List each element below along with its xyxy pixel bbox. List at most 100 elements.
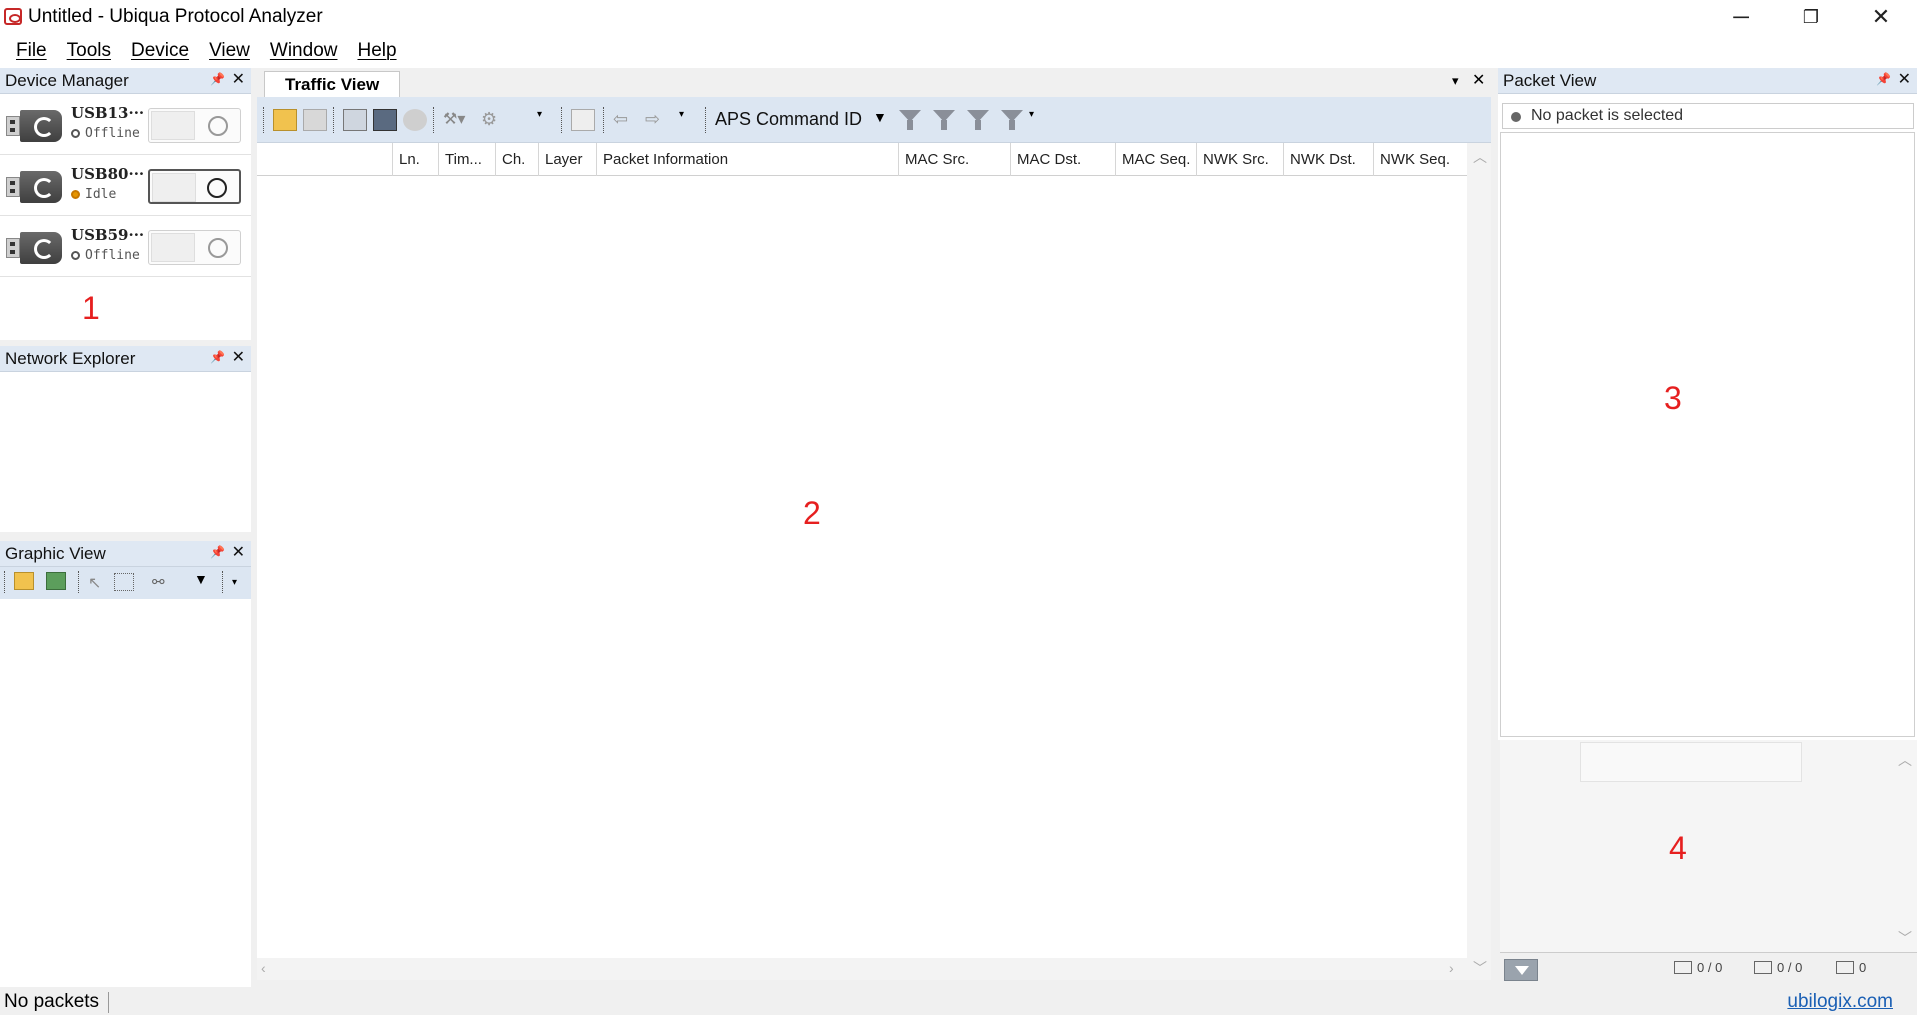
device-row[interactable]: USB59··· Offline [0,216,251,277]
database-icon[interactable] [403,109,427,131]
device-name: USB13··· [71,104,145,122]
column-header[interactable]: NWK Seq. [1373,143,1467,176]
horizontal-scrollbar[interactable]: ‹ › [257,958,1467,980]
scroll-up-icon[interactable]: ︿ [1898,750,1912,770]
network-explorer-title: Network Explorer [5,349,136,368]
device-config-icon[interactable] [373,109,397,131]
pin-icon[interactable]: 📌 [210,545,225,559]
device-row[interactable]: USB13··· Offline [0,94,251,155]
column-header[interactable]: MAC Dst. [1010,143,1115,176]
packet-view-panel: Packet View 📌 ✕ [1498,68,1917,740]
column-header[interactable]: NWK Src. [1196,143,1283,176]
pin-icon[interactable]: 📌 [1876,72,1891,86]
gear-icon[interactable]: ⚙ [481,109,505,131]
device-status: Idle [71,187,116,202]
bullet-icon [1511,112,1521,122]
menu-device[interactable]: Device [121,40,199,62]
copy-icon[interactable] [571,109,595,131]
open-file-icon[interactable] [273,109,297,131]
overflow-icon[interactable]: ▾ [679,109,695,131]
status-dot-icon [71,129,80,138]
pin-icon[interactable]: 📌 [210,72,225,86]
restore-button[interactable]: ❐ [1776,0,1846,34]
device-manager-title: Device Manager [5,71,129,90]
usb-device-icon [6,169,64,203]
overflow-icon[interactable]: ▾ [232,577,244,591]
menu-view[interactable]: View [199,40,260,62]
close-icon[interactable]: ✕ [232,347,245,367]
close-icon[interactable]: ✕ [232,542,245,562]
traffic-list[interactable] [257,176,1467,958]
filter-remove-icon[interactable] [1001,108,1023,132]
packet-message: No packet is selected [1531,107,1684,124]
column-header[interactable]: Packet Information [596,143,898,176]
column-header[interactable]: MAC Src. [898,143,1010,176]
annotation-number: 2 [803,495,821,531]
scroll-down-icon[interactable]: ﹀ [1898,928,1912,948]
network-explorer-header: Network Explorer 📌 ✕ [0,346,251,372]
export-icon[interactable]: ⇨ [645,109,669,131]
capture-icon[interactable] [343,109,367,131]
column-header[interactable]: Tim... [438,143,495,176]
filter-edit-icon[interactable] [967,108,989,132]
column-header[interactable]: Ch. [495,143,538,176]
scroll-down-icon[interactable]: ﹀ [1473,958,1487,978]
filter-add-icon[interactable] [933,108,955,132]
close-icon[interactable]: ✕ [1472,70,1485,90]
vertical-scrollbar[interactable]: ︿ ﹀ [1467,143,1491,980]
chevron-down-icon[interactable]: ▼ [194,571,208,589]
packet-tree[interactable] [1500,132,1915,737]
save-file-icon[interactable] [303,109,327,131]
chevron-down-icon[interactable]: ▼ [873,109,887,125]
menu-tools[interactable]: Tools [57,40,121,62]
filter-icon[interactable] [899,108,921,132]
topology-icon[interactable]: ⚯ [152,573,178,591]
status-divider [108,992,109,1013]
menu-file[interactable]: File [6,40,57,62]
status-dot-icon [71,190,80,199]
import-icon[interactable]: ⇦ [613,109,637,131]
scroll-left-icon[interactable]: ‹ [261,960,266,976]
device-toggle[interactable] [148,108,241,143]
close-icon[interactable]: ✕ [232,69,245,89]
open-folder-icon[interactable] [14,572,34,590]
title-bar: Untitled - Ubiqua Protocol Analyzer ─ ❐ … [0,0,1917,34]
window-title: Untitled - Ubiqua Protocol Analyzer [28,6,323,27]
menu-window[interactable]: Window [260,40,348,62]
menu-bar: File Tools Device View Window Help [0,34,1917,68]
close-icon[interactable]: ✕ [1898,69,1911,89]
column-header[interactable]: NWK Dst. [1283,143,1373,176]
column-header[interactable]: MAC Seq. [1115,143,1196,176]
packet-view-header: Packet View 📌 ✕ [1498,68,1917,94]
save-image-icon[interactable] [46,572,66,590]
tab-dropdown-icon[interactable]: ▾ [1452,73,1459,89]
frame-count: 0 / 0 [1697,960,1723,975]
overflow-icon[interactable]: ▾ [537,109,553,131]
frame-counter: 0 / 0 [1674,960,1722,975]
pointer-icon[interactable]: ↖ [88,573,102,592]
website-link[interactable]: ubilogix.com [1787,991,1893,1013]
close-button[interactable]: ✕ [1846,0,1916,34]
column-header[interactable]: Ln. [392,143,438,176]
minimize-button[interactable]: ─ [1706,0,1776,34]
pin-icon[interactable]: 📌 [210,350,225,364]
device-toggle[interactable] [148,230,241,265]
wrench-icon[interactable]: ⚒▾ [443,109,467,131]
scroll-right-icon[interactable]: › [1449,960,1454,976]
column-header[interactable]: Layer [538,143,596,176]
hex-view[interactable]: ︿ ﹀ [1500,740,1917,952]
scroll-up-icon[interactable]: ︿ [1473,147,1487,167]
traffic-column-header: Ln. Tim... Ch. Layer Packet Information … [257,143,1467,176]
tab-traffic-view[interactable]: Traffic View [264,71,400,98]
box-icon [1754,961,1772,974]
expand-down-icon[interactable] [1504,959,1538,981]
device-toggle[interactable] [148,169,241,204]
overflow-icon[interactable]: ▾ [1029,109,1045,131]
device-name: USB59··· [71,226,145,244]
filter-field-select[interactable]: APS Command ID [715,109,862,130]
hex-footer: 0 / 0 0 / 0 0 [1500,952,1917,982]
network-explorer-panel: Network Explorer 📌 ✕ [0,346,251,532]
menu-help[interactable]: Help [347,40,406,62]
device-row[interactable]: USB80··· Idle [0,155,251,216]
magnet-select-icon[interactable] [114,573,134,591]
